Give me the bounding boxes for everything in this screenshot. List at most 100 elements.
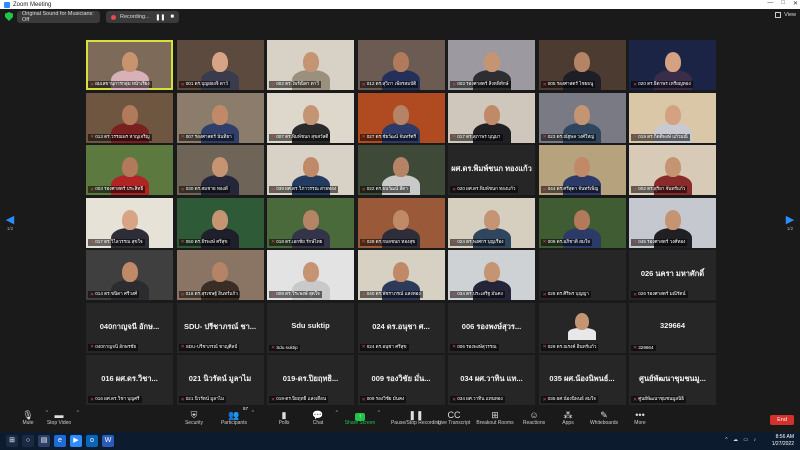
taskbar-word-icon[interactable]: W [102, 435, 114, 447]
caret-up-icon[interactable]: ^ [77, 410, 79, 416]
participant-tile[interactable]: ✕ 003 รองศาสตร์ สิงหพิทักษ์ [448, 40, 535, 90]
participant-name: 024 ดร.พงศกร บุญเรือง [457, 238, 504, 244]
participant-tile[interactable]: 021 นิวรัตน์ มูลาไม ✕ 021 นิวรัตน์ มูลาไม [176, 355, 264, 405]
end-meeting-button[interactable]: End [770, 415, 794, 425]
security-icon: ⛨ [190, 410, 198, 420]
participant-tile[interactable]: 026 นครา มหาศักดิ์ ✕ 026 รองศาสตร์ มณีรัตน… [629, 250, 716, 300]
participant-tile[interactable]: ✕ 044 ดร.ศรีสุดา จันทร์เพ็ญ [538, 145, 626, 195]
minimize-button[interactable]: — [767, 0, 773, 7]
participant-tile[interactable]: ✕ 023 ดร.ณัฐพล วงศ์ใหญ่ [538, 92, 626, 143]
participant-tile[interactable]: ผศ.ดร.พิมพ์ชนก ทองแก้ว ✕ 020 ผศ.ดร.พิมพ์ชน… [448, 145, 535, 195]
participant-tile[interactable]: Sdu suktip ✕ Sdu suktip [267, 302, 354, 353]
participant-display-name: 019-ดร.ปิยฤทธิ... [282, 374, 339, 383]
taskbar-outlook-icon[interactable]: o [86, 435, 98, 447]
participant-tile[interactable]: ศูนย์พัฒนาชุมชนมู... ✕ ศูนย์พัฒนาชุมชนมูลน… [629, 355, 716, 405]
participant-tile[interactable]: ✕ 003 รองศาสตร์ ประสิทธิ์ [86, 145, 173, 195]
participant-tile[interactable]: 040กาญจนี อักษ... ✕ 040กาญจนี อักษรชัย [86, 302, 173, 353]
participants-button[interactable]: 👥 Participants ^ 57 [212, 405, 256, 432]
muted-mic-icon: ✕ [180, 291, 185, 298]
participant-tile[interactable]: ✕ 022 ดร.ธนวัฒน์ สีดา [357, 145, 445, 195]
participant-tile[interactable]: ✕ 005 รองศาสตร์ ไชยธนู [538, 40, 626, 90]
participant-tile[interactable]: ✕ 009 ดร.วีระพงษ์ สุดใจ [267, 250, 354, 300]
participant-tile[interactable]: ✕ 007 รองศาสตร์ นันทิยา [176, 92, 264, 143]
transcript-icon: CC [447, 410, 461, 420]
participant-name: 044 ดร.ศรีสุดา จันทร์เพ็ญ [547, 186, 599, 191]
participant-tile[interactable]: ✕ 028 ดร.ศิริพร บุญญา [538, 250, 626, 300]
participant-tile[interactable]: 035 ผศ.น้องนิพนธ์... ✕ 035 ผศ.น้องนิพนธ์ ส… [538, 355, 626, 405]
pause-recording-icon[interactable]: ❚❚ [155, 14, 165, 21]
transcript-button[interactable]: CC Live Transcript [432, 405, 476, 432]
next-page-arrow[interactable]: ▶ 1/2 [784, 213, 796, 231]
view-button[interactable]: View [775, 12, 796, 18]
participant-tile[interactable]: 006 รองพงษ์สุวร... ✕ 006 รองพงษ์สุวรรณ [448, 302, 535, 353]
participant-tile[interactable]: ✕ 017 ดร.สุภาพร บุญมา [448, 92, 535, 143]
participant-face [302, 52, 319, 72]
participant-name: SDU-ปรีชาภรณ์ ชาญศิลป์ [185, 343, 238, 349]
share-button[interactable]: ↑ Share Screen ^ [338, 405, 382, 432]
participant-face [121, 209, 138, 230]
participant-tile[interactable]: ✕ 029 ดร.ณรงค์ อินทร์แก้ว [538, 302, 626, 353]
participant-tile[interactable]: ✕ 027 ดร.ชัยวัฒน์ จันทร์ศรี [357, 92, 445, 143]
taskbar-zoom-icon[interactable]: ▶ [70, 435, 82, 447]
participant-tile[interactable]: ✕ 045 รองศาสตร์ วงศ์ทอง [629, 197, 716, 248]
participant-tile[interactable]: SDU- ปรีชาภรณ์ ชา... ✕ SDU-ปรีชาภรณ์ ชาญศิ… [176, 302, 264, 353]
participant-tile[interactable]: 329664 ✕ 329664 [629, 302, 716, 353]
participant-tile[interactable]: ✕ 002 ดร.สุริยา จันทร์แก้ว [629, 145, 716, 195]
system-tray[interactable]: ^ ☁ ▭ ♪ [725, 437, 758, 443]
participant-tile[interactable]: ✕ 009 ดร.อภิชาติ สมใจ [538, 197, 626, 248]
chat-button[interactable]: 💬 Chat ^ [296, 405, 340, 432]
participant-name: 035 ผศ.น้องนิพนธ์ สมใจ [547, 396, 596, 401]
taskbar-start-icon[interactable]: ⊞ [6, 435, 18, 447]
participant-tile[interactable]: ✕ 040 ดร.พัชราภรณ์ แสงทอง [357, 250, 445, 300]
participant-tile[interactable]: ✕ 001 ดร.บุญผ่องจิ ตาว์ [176, 40, 264, 90]
participant-tile[interactable]: ✕ 012 ดร.สุวิภา เพียรสมบัติ [357, 40, 445, 90]
participant-tile[interactable]: ✕ 019 ดร.กิตติพงษ์ แก้วมณี [629, 92, 716, 143]
participant-tile[interactable]: ✕ ผมเลขานุการกลุ่ม หน้าเรียง [86, 40, 173, 90]
previous-page-arrow[interactable]: ◀ 1/2 [4, 213, 16, 231]
participant-tile[interactable]: 019-ดร.ปิยฤทธิ... ✕ 019-ดร.ปิยฤทธิ์ แสงเดื… [267, 355, 354, 405]
stop-recording-icon[interactable]: ■ [170, 14, 174, 21]
participant-name-label: ✕ Sdu suktip [269, 344, 300, 351]
muted-mic-icon: ✕ [180, 239, 185, 245]
participant-tile[interactable]: ✕ 028 ดร.กมลชนก ทองสุข [357, 197, 445, 248]
participant-tile[interactable]: ✕ 007 ดร.พิมพ์ชนก สุขสวัสดิ์ [267, 92, 354, 143]
participant-face [393, 52, 409, 72]
security-button[interactable]: ⛨ Security [172, 405, 216, 432]
taskbar-clock[interactable]: 8:56 AM 1/27/2022 [772, 434, 794, 447]
breakout-button[interactable]: ⊞ Breakout Rooms [473, 405, 517, 432]
participant-tile[interactable]: ✕ 039 ผศ.ดร.วิภาวรรณ สายทอง [267, 145, 354, 195]
participant-tile[interactable]: ✕ 013 ดร.วรรณพร หาญเจริญ [86, 92, 173, 143]
more-button[interactable]: ••• More [618, 405, 662, 432]
taskbar-edge-icon[interactable]: e [54, 435, 66, 447]
maximize-button[interactable]: □ [781, 0, 785, 7]
participant-face [212, 104, 228, 125]
close-button[interactable]: ✕ [793, 0, 798, 7]
taskbar-search-icon[interactable]: ○ [22, 435, 34, 447]
muted-mic-icon: ✕ [542, 186, 547, 193]
participant-tile[interactable]: ✕ 020 ดร.ธิดาพร เหรียญทอง [629, 40, 716, 90]
participant-tile[interactable]: 024 ดร.อนุชา ศ... ✕ 024 ดร.อนุชา ศรีสุข [357, 302, 445, 353]
participant-tile[interactable]: 034 ผศ.วาทิน แท... ✕ 034 ผศ.วาทิน แทนทอง [448, 355, 535, 405]
participant-tile[interactable]: ✕ 024 ดร.พงศกร บุญเรือง [448, 197, 535, 248]
participant-tile[interactable]: 016 ผศ.ดร.วิชา... ✕ 016 ผศ.ดร.วิชา บุญศรี [86, 355, 173, 405]
participant-name-label: ✕ 022 ดร.ธนวัฒน์ สีดา [359, 186, 410, 193]
participant-tile[interactable]: ✕ 030 ดร.สมชาย ทองดี [176, 145, 264, 195]
participant-name: 014 ดร.ชนิดา ศรีวงศ์ [95, 291, 138, 296]
participant-tile[interactable]: ✕ 050 ดร.ธีรพงษ์ ศรีสุข [176, 197, 264, 248]
participant-tile[interactable]: ✕ 014 ดร.ชนิดา ศรีวงศ์ [86, 250, 173, 300]
participant-tile[interactable]: ✕ 018 ดร.เอกชัย รักษ์ไทย [267, 197, 354, 248]
caret-up-icon[interactable]: ^ [252, 410, 254, 416]
participant-tile[interactable]: ✕ 018 ดร.สุรเชษฐ์ อินทร์แก้ว [176, 250, 264, 300]
chevron-right-icon: ▶ [785, 214, 795, 226]
caret-up-icon[interactable]: ^ [378, 410, 380, 416]
participant-tile[interactable]: 009 รองวิชัย มั่น... ✕ 009 รองวิชัย มั่นคง [357, 355, 445, 405]
participant-display-name: ศูนย์พัฒนาชุมชนมู... [639, 374, 706, 383]
participant-tile[interactable]: ✕ 017 ดร.วิไลวรรณ สุขใจ [86, 197, 173, 248]
video-button[interactable]: ▬ Stop Video ^ [37, 405, 81, 432]
taskbar-files-icon[interactable]: ▤ [38, 435, 50, 447]
participant-tile[interactable]: ✕ 034 ดร.ประเสริฐ มั่นคง [448, 250, 535, 300]
original-sound-toggle[interactable]: Original Sound for Musicians: Off [17, 11, 100, 23]
participant-tile[interactable]: ✕ 002 ดร.ไพร์ณิดา ตาวี [267, 40, 354, 90]
participant-face [393, 262, 409, 282]
participant-display-name: 021 นิวรัตน์ มูลาไม [188, 374, 252, 383]
